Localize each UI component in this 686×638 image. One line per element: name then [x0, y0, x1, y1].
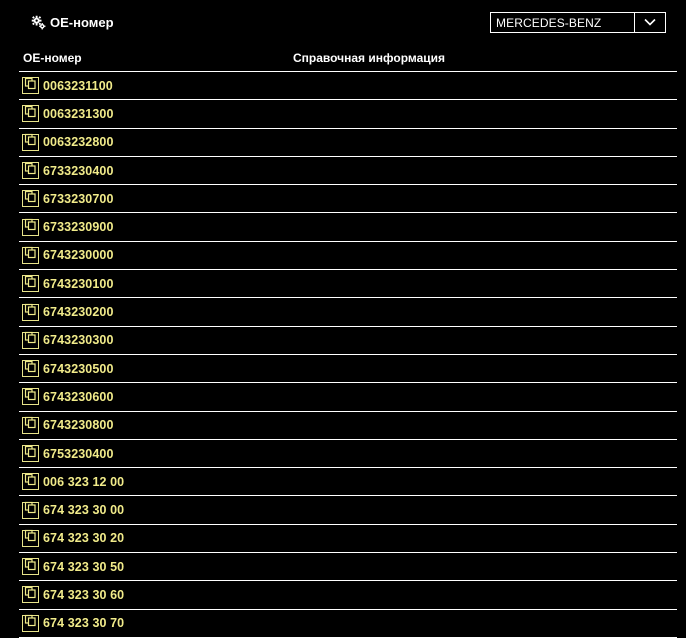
- copy-button[interactable]: [22, 558, 39, 576]
- table-row: 6743230500: [19, 355, 677, 384]
- table-row: 674 323 30 20: [19, 525, 677, 554]
- table-row: 006 323 12 00: [19, 468, 677, 497]
- copy-icon: [24, 77, 37, 95]
- copy-button[interactable]: [22, 360, 39, 378]
- oe-number-link[interactable]: 0063231100: [43, 79, 113, 93]
- gear-icon: [31, 15, 46, 30]
- oe-number-link[interactable]: 6743230500: [43, 362, 114, 376]
- oe-number-link[interactable]: 6743230100: [43, 277, 114, 291]
- copy-button[interactable]: [22, 133, 39, 151]
- table-row: 6743230100: [19, 270, 677, 299]
- copy-button[interactable]: [22, 473, 39, 491]
- oe-number-link[interactable]: 6733230400: [43, 164, 114, 178]
- oe-number-link[interactable]: 674 323 30 00: [43, 503, 124, 517]
- copy-button[interactable]: [22, 586, 39, 604]
- oe-number-link[interactable]: 6733230900: [43, 220, 114, 234]
- copy-icon: [24, 246, 37, 264]
- oe-number-link[interactable]: 6753230400: [43, 447, 114, 461]
- copy-icon: [24, 501, 37, 519]
- oe-number-link[interactable]: 674 323 30 60: [43, 588, 124, 602]
- copy-icon: [24, 331, 37, 349]
- chevron-down-icon: [643, 14, 657, 32]
- oe-number-link[interactable]: 6743230800: [43, 418, 114, 432]
- brand-select[interactable]: MERCEDES-BENZ: [490, 12, 666, 33]
- table-row: 6753230400: [19, 440, 677, 469]
- table-row: 674 323 30 60: [19, 581, 677, 610]
- table-row: 0063231100: [19, 72, 677, 101]
- copy-button[interactable]: [22, 416, 39, 434]
- copy-button[interactable]: [22, 246, 39, 264]
- column-header-info: Справочная информация: [293, 51, 446, 65]
- copy-icon: [24, 275, 37, 293]
- table-row: 6743230600: [19, 383, 677, 412]
- copy-icon: [24, 133, 37, 151]
- copy-button[interactable]: [22, 105, 39, 123]
- page-title: OE-номер: [50, 14, 114, 30]
- copy-button[interactable]: [22, 614, 39, 632]
- table-row: 0063231300: [19, 100, 677, 129]
- brand-select-toggle[interactable]: [634, 13, 665, 32]
- page-header: OE-номер MERCEDES-BENZ: [0, 0, 686, 44]
- copy-button[interactable]: [22, 275, 39, 293]
- copy-button[interactable]: [22, 529, 39, 547]
- oe-number-link[interactable]: 674 323 30 20: [43, 531, 124, 545]
- oe-number-link[interactable]: 0063232800: [43, 135, 114, 149]
- copy-icon: [24, 445, 37, 463]
- copy-icon: [24, 586, 37, 604]
- copy-button[interactable]: [22, 445, 39, 462]
- table-row: 6743230300: [19, 327, 677, 355]
- brand-select-value: MERCEDES-BENZ: [496, 15, 602, 30]
- column-header-oe: OE-номер: [23, 51, 82, 65]
- copy-icon: [24, 162, 37, 180]
- oe-number-link[interactable]: 6743230300: [43, 333, 114, 347]
- copy-button[interactable]: [22, 388, 39, 406]
- copy-button[interactable]: [22, 218, 39, 236]
- copy-button[interactable]: [22, 331, 39, 349]
- table-row: 6743230000: [19, 242, 677, 271]
- oe-table: OE-номер Справочная информация 006323110…: [19, 44, 677, 638]
- copy-icon: [24, 416, 37, 434]
- table-row: 674 323 30 70: [19, 610, 677, 638]
- copy-icon: [24, 190, 37, 208]
- copy-button[interactable]: [22, 501, 39, 519]
- oe-number-link[interactable]: 6743230200: [43, 305, 114, 319]
- copy-icon: [24, 360, 37, 378]
- table-body: 0063231100 0063231300 0063232800 6733230…: [19, 72, 677, 638]
- copy-icon: [24, 303, 37, 321]
- copy-button[interactable]: [22, 162, 39, 180]
- copy-icon: [24, 473, 37, 491]
- table-row: 674 323 30 50: [19, 553, 677, 582]
- oe-number-link[interactable]: 674 323 30 50: [43, 560, 124, 574]
- oe-number-link[interactable]: 6743230600: [43, 390, 114, 404]
- table-row: 0063232800: [19, 129, 677, 157]
- title-group: OE-номер: [31, 13, 114, 31]
- oe-number-link[interactable]: 006 323 12 00: [43, 475, 124, 489]
- copy-icon: [24, 558, 37, 576]
- table-row: 6743230800: [19, 412, 677, 440]
- table-row: 674 323 30 00: [19, 496, 677, 525]
- table-row: 6733230400: [19, 157, 677, 186]
- oe-number-link[interactable]: 6743230000: [43, 248, 114, 262]
- table-row: 6733230900: [19, 213, 677, 242]
- copy-button[interactable]: [22, 303, 39, 321]
- oe-number-link[interactable]: 674 323 30 70: [43, 616, 124, 630]
- copy-icon: [24, 388, 37, 406]
- copy-icon: [24, 218, 37, 236]
- copy-icon: [24, 105, 37, 123]
- copy-button[interactable]: [22, 190, 39, 208]
- copy-button[interactable]: [22, 77, 39, 95]
- table-row: 6743230200: [19, 298, 677, 327]
- table-row: 6733230700: [19, 185, 677, 214]
- copy-icon: [24, 529, 37, 547]
- oe-number-link[interactable]: 0063231300: [43, 107, 114, 121]
- oe-number-link[interactable]: 6733230700: [43, 192, 114, 206]
- copy-icon: [24, 614, 37, 632]
- table-header: OE-номер Справочная информация: [19, 44, 677, 72]
